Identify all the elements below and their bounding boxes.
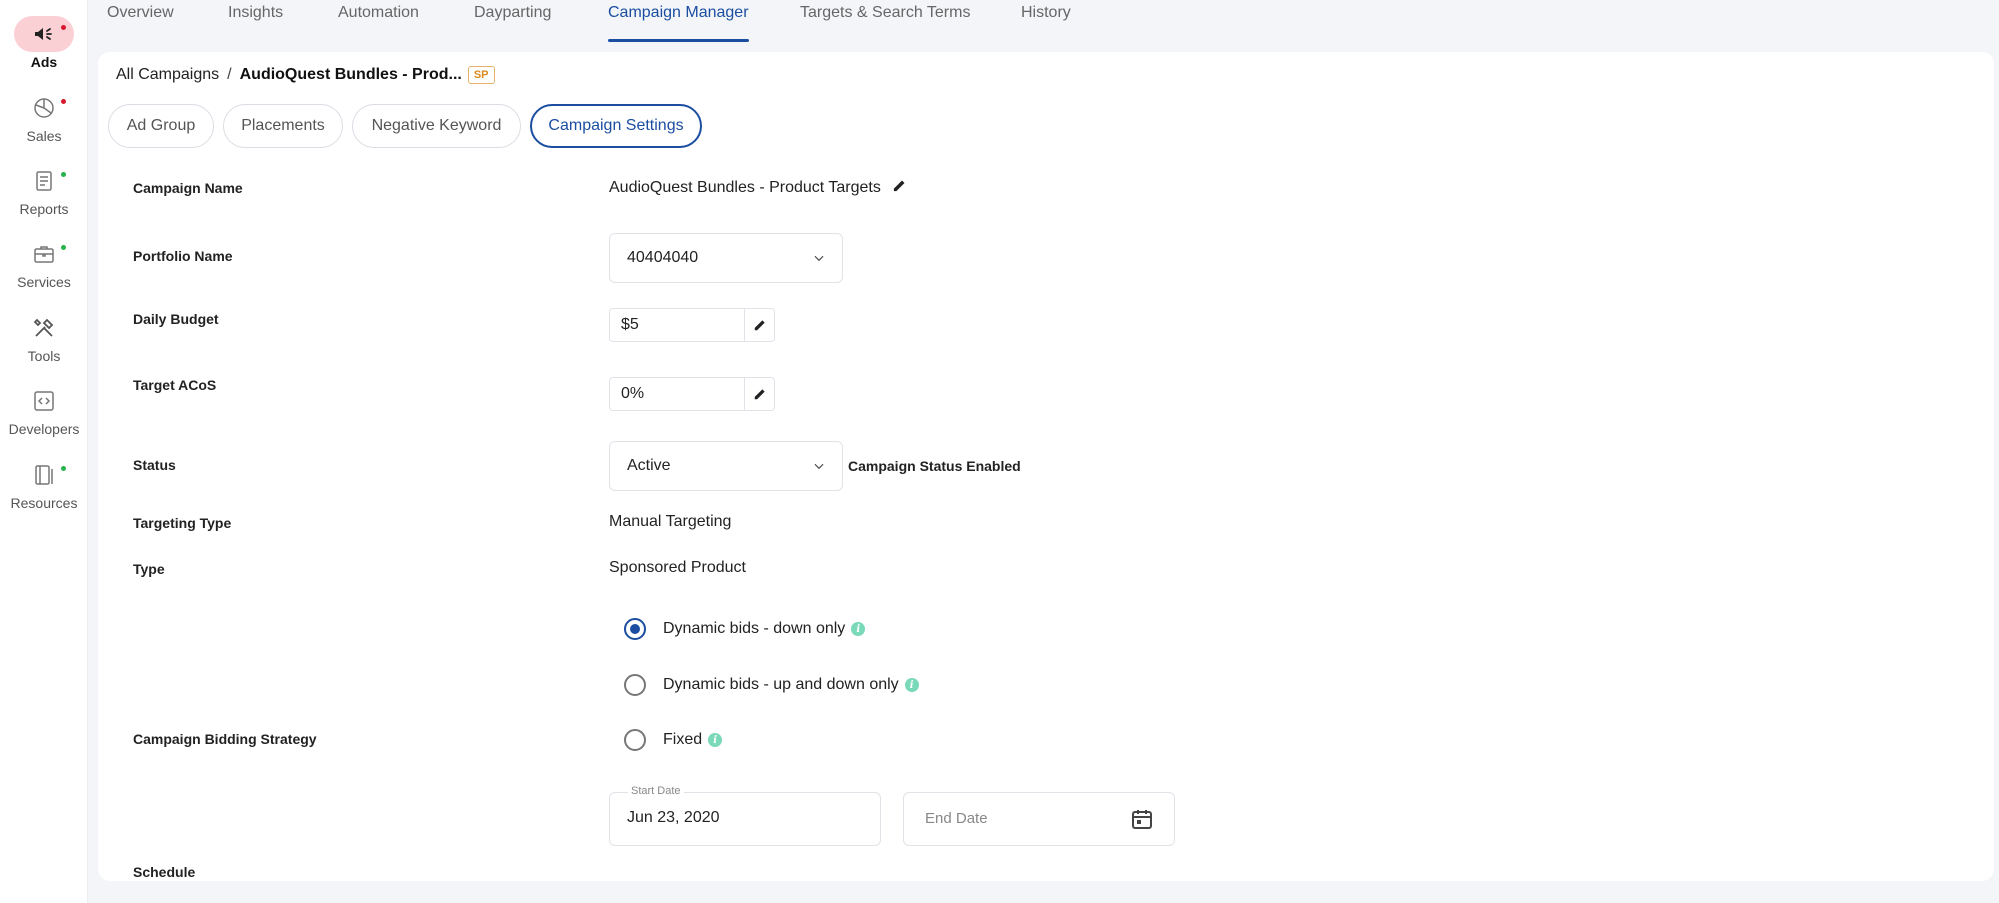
sidebar-item-resources[interactable]: Resources <box>0 457 88 523</box>
daily-budget-edit-button[interactable] <box>744 309 774 341</box>
sidebar-item-developers[interactable]: Developers <box>0 383 88 449</box>
sidebar-item-tools[interactable]: Tools <box>0 310 88 376</box>
status-label: Status <box>133 457 176 473</box>
radio-button[interactable] <box>624 618 646 640</box>
breadcrumb-separator: / <box>227 66 232 83</box>
notification-dot <box>61 466 66 471</box>
nav-icon-wrap <box>14 383 74 419</box>
status-select[interactable]: Active <box>609 441 843 491</box>
tab-insights[interactable]: Insights <box>228 4 283 42</box>
end-date-field[interactable]: End Date <box>903 792 1175 846</box>
daily-budget-value: $5 <box>621 316 639 333</box>
nav-icon-wrap <box>14 163 74 199</box>
target-acos-edit-button[interactable] <box>744 378 774 410</box>
campaign-settings-panel: All Campaigns / AudioQuest Bundles - Pro… <box>98 52 1994 881</box>
book-icon <box>35 465 53 485</box>
chevron-down-icon <box>814 255 824 262</box>
sidebar-item-ads[interactable]: Ads <box>0 16 88 82</box>
target-acos-label: Target ACoS <box>133 377 217 393</box>
tab-dayparting[interactable]: Dayparting <box>474 4 551 42</box>
bidding-option-label: Dynamic bids - up and down only <box>663 676 899 693</box>
sidebar-item-label: Services <box>17 274 71 290</box>
subtab-negative-keyword[interactable]: Negative Keyword <box>352 104 521 148</box>
notification-dot <box>61 25 66 30</box>
sidebar-item-label: Reports <box>19 201 69 217</box>
nav-icon-wrap <box>14 90 74 126</box>
schedule-label: Schedule <box>133 864 196 880</box>
portfolio-name-label: Portfolio Name <box>133 248 233 264</box>
radio-button[interactable] <box>624 729 646 751</box>
breadcrumb-all-campaigns[interactable]: All Campaigns <box>116 66 219 84</box>
portfolio-select[interactable]: 40404040 <box>609 233 843 283</box>
campaign-name-value: AudioQuest Bundles - Product Targets <box>609 179 881 196</box>
code-icon <box>34 391 54 411</box>
info-icon[interactable]: i <box>851 622 866 636</box>
nav-icon-wrap <box>14 457 74 493</box>
sidebar-item-reports[interactable]: Reports <box>0 163 88 229</box>
end-date-placeholder: End Date <box>925 810 988 827</box>
tab-campaign-manager[interactable]: Campaign Manager <box>608 4 749 42</box>
info-icon[interactable]: i <box>904 678 919 692</box>
notification-dot <box>61 99 66 104</box>
edit-pencil-icon <box>754 389 765 400</box>
radio-button[interactable] <box>624 674 646 696</box>
pie-chart-icon <box>34 98 54 118</box>
briefcase-icon <box>34 246 54 263</box>
sidebar-item-services[interactable]: Services <box>0 236 88 302</box>
subtab-campaign-settings[interactable]: Campaign Settings <box>530 104 702 148</box>
edit-pencil-icon <box>754 320 765 331</box>
tab-history[interactable]: History <box>1021 4 1071 42</box>
start-date-label: Start Date <box>628 785 684 797</box>
top-tab-bar: Overview Insights Automation Dayparting … <box>88 0 1999 42</box>
sidebar-item-label: Resources <box>10 495 78 511</box>
sidebar-item-label: Developers <box>8 421 80 437</box>
campaign-name-label: Campaign Name <box>133 180 243 196</box>
sidebar: Ads Sales Reports Services Tools Develop… <box>0 0 88 903</box>
edit-pencil-icon[interactable] <box>892 178 907 193</box>
daily-budget-field[interactable]: $5 <box>609 308 775 342</box>
breadcrumb-current-campaign: AudioQuest Bundles - Prod... <box>239 66 462 83</box>
bidding-option-fixed[interactable]: Fixed i <box>624 729 723 751</box>
calendar-icon[interactable] <box>1130 807 1154 831</box>
status-select-value: Active <box>627 457 671 474</box>
subtab-placements[interactable]: Placements <box>223 104 343 148</box>
subtab-ad-group[interactable]: Ad Group <box>108 104 214 148</box>
type-label: Type <box>133 561 165 577</box>
chevron-down-icon <box>814 463 824 470</box>
nav-icon-wrap <box>14 16 74 52</box>
notification-dot <box>61 172 66 177</box>
tab-overview[interactable]: Overview <box>107 4 174 42</box>
sidebar-item-label: Sales <box>26 128 62 144</box>
sidebar-item-sales[interactable]: Sales <box>0 90 88 156</box>
sidebar-item-label: Tools <box>27 348 61 364</box>
portfolio-select-value: 40404040 <box>627 249 699 266</box>
sidebar-item-label: Ads <box>30 54 58 70</box>
type-value: Sponsored Product <box>609 559 746 576</box>
nav-icon-wrap <box>14 236 74 272</box>
tools-icon <box>33 318 54 337</box>
targeting-type-label: Targeting Type <box>133 515 232 531</box>
campaign-status-note: Campaign Status Enabled <box>848 458 1021 474</box>
bidding-strategy-label: Campaign Bidding Strategy <box>133 731 317 747</box>
bidding-option-down-only[interactable]: Dynamic bids - down only i <box>624 618 866 640</box>
daily-budget-label: Daily Budget <box>133 311 219 327</box>
notification-dot <box>61 245 66 250</box>
target-acos-value: 0% <box>621 385 645 402</box>
target-acos-field[interactable]: 0% <box>609 377 775 411</box>
campaign-name-value-wrap: AudioQuest Bundles - Product Targets <box>609 178 907 197</box>
bidding-option-label: Dynamic bids - down only <box>663 620 846 637</box>
nav-icon-wrap <box>14 310 74 346</box>
campaign-type-badge: SP <box>467 66 495 84</box>
targeting-type-value: Manual Targeting <box>609 513 732 530</box>
tab-targets-search-terms[interactable]: Targets & Search Terms <box>800 4 970 42</box>
bidding-option-up-and-down[interactable]: Dynamic bids - up and down only i <box>624 674 919 696</box>
tab-automation[interactable]: Automation <box>338 4 419 42</box>
start-date-field[interactable]: Start Date Jun 23, 2020 <box>609 785 881 846</box>
info-icon[interactable]: i <box>708 733 723 747</box>
bidding-option-label: Fixed <box>663 731 703 748</box>
breadcrumb: All Campaigns / AudioQuest Bundles - Pro… <box>116 66 495 84</box>
start-date-value: Jun 23, 2020 <box>627 809 720 826</box>
report-icon <box>36 171 52 191</box>
megaphone-icon <box>35 28 52 40</box>
